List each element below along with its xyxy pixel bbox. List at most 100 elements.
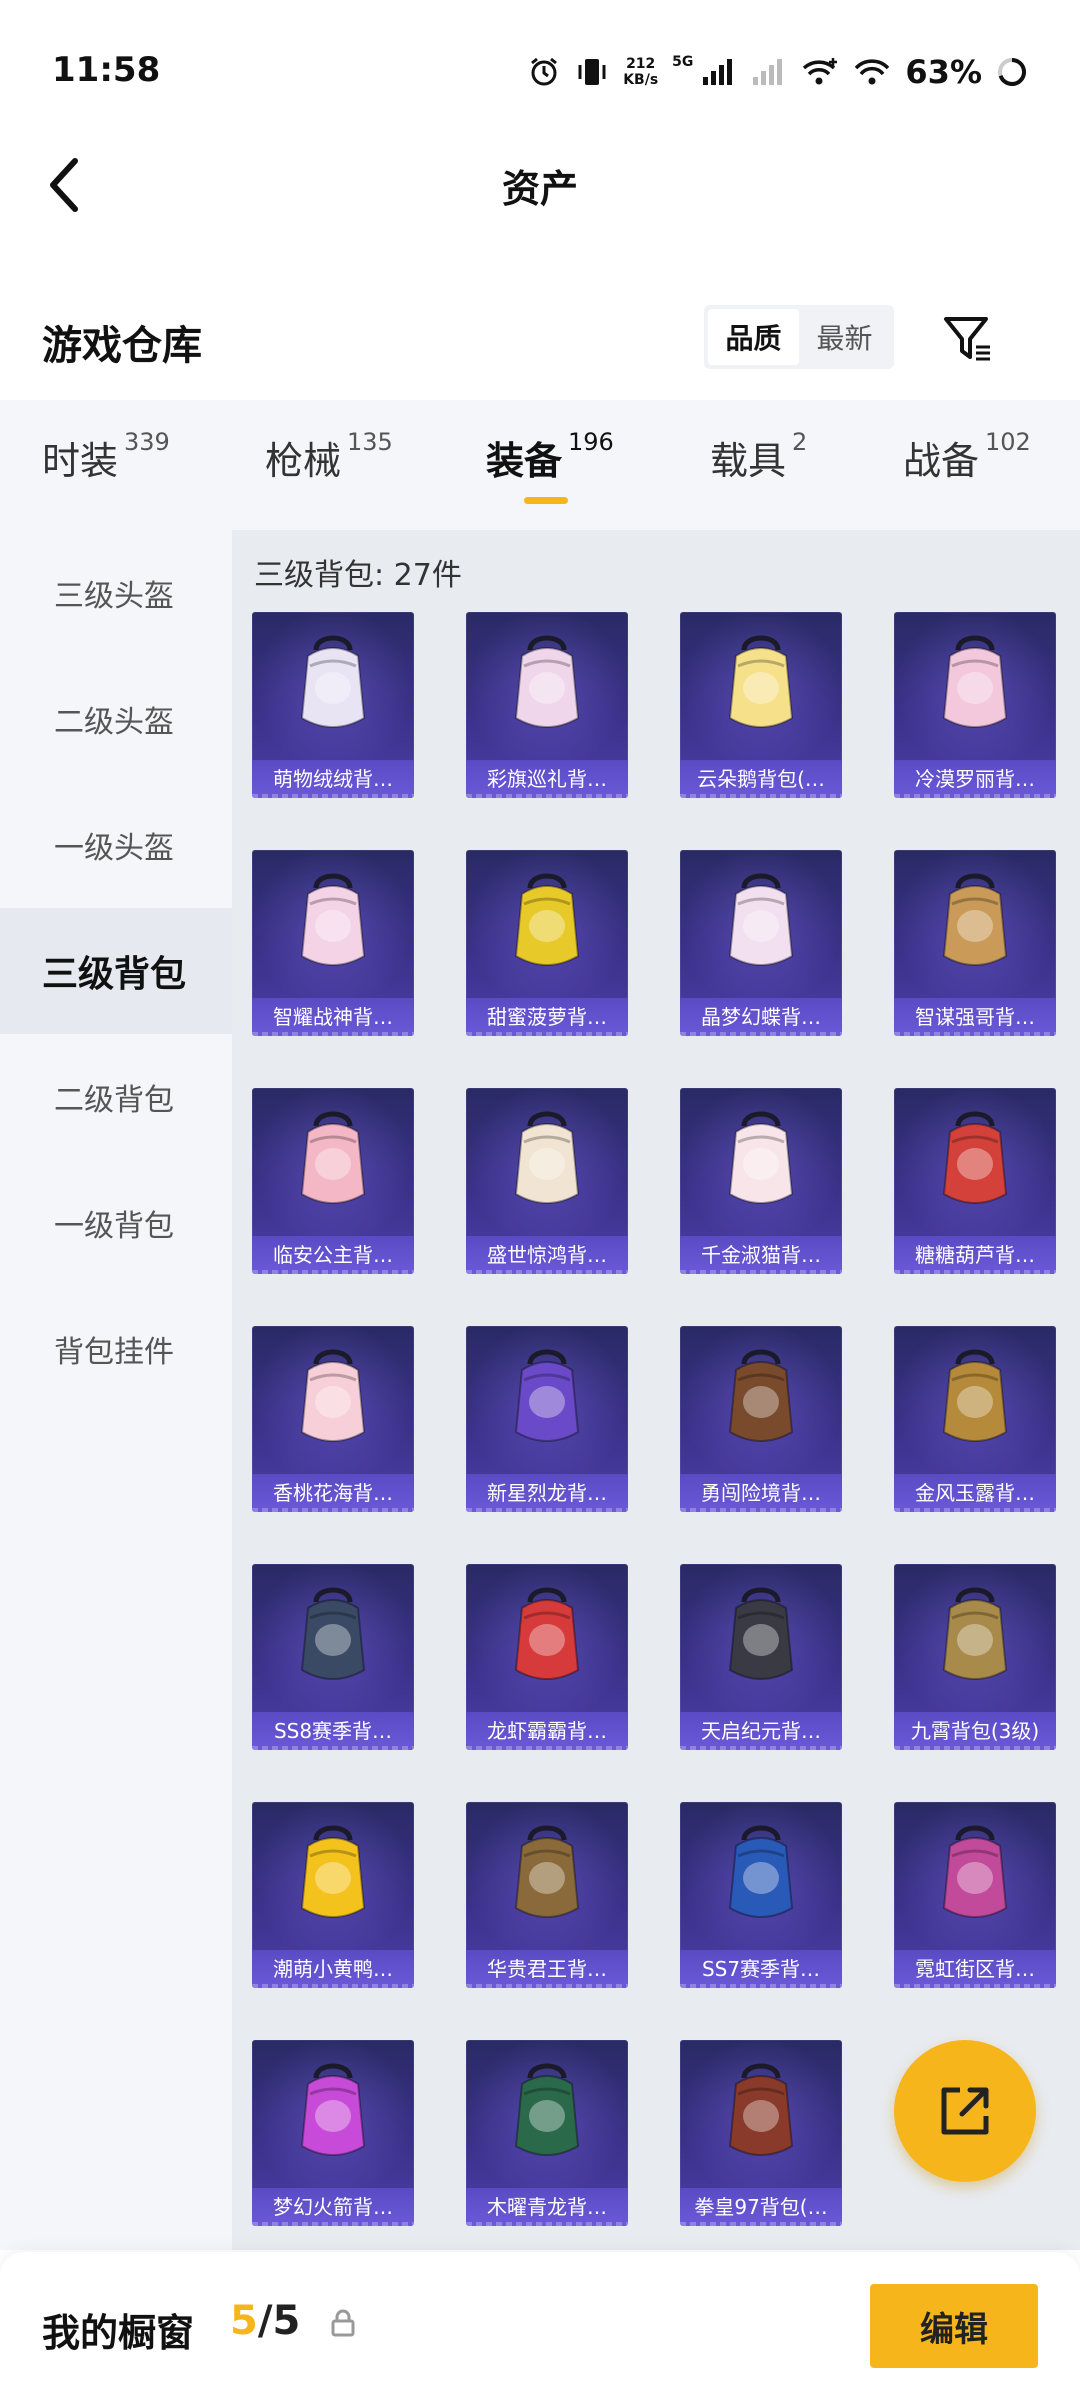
backpack-icon [300, 1587, 366, 1680]
item-card[interactable]: 甜蜜菠萝背… [466, 850, 628, 1036]
item-card[interactable]: 天启纪元背… [680, 1564, 842, 1750]
item-card[interactable]: 智耀战神背… [252, 850, 414, 1036]
card-decoration [894, 1746, 1056, 1750]
item-card[interactable]: 萌物绒绒背… [252, 612, 414, 798]
card-decoration [894, 1984, 1056, 1988]
item-grid-area: 三级背包: 27件 萌物绒绒背… 彩旗巡礼背… 云朵鹅背包(… 冷漠罗丽背… 智耀战神背… [232, 530, 1080, 2250]
sidebar-item-level2-backpack[interactable]: 二级背包 [0, 1034, 232, 1160]
item-name: 晶梦幻蝶背… [680, 998, 842, 1036]
item-card[interactable]: 新星烈龙背… [466, 1326, 628, 1512]
item-card[interactable]: 拳皇97背包(… [680, 2040, 842, 2226]
card-decoration [466, 1746, 628, 1750]
item-card[interactable]: 临安公主背… [252, 1088, 414, 1274]
bottom-bar: 我的橱窗 5/5 编辑 [0, 2252, 1080, 2400]
item-card[interactable]: 勇闯险境背… [680, 1326, 842, 1512]
card-decoration [466, 794, 628, 798]
card-decoration [466, 1984, 628, 1988]
tab-equipment[interactable]: 装备 196 [486, 428, 614, 510]
item-card[interactable]: SS7赛季背… [680, 1802, 842, 1988]
showcase-label: 我的橱窗 [42, 2311, 195, 2355]
item-card[interactable]: SS8赛季背… [252, 1564, 414, 1750]
item-card[interactable]: 梦幻火箭背… [252, 2040, 414, 2226]
item-card[interactable]: 千金淑猫背… [680, 1088, 842, 1274]
sidebar: 三级头盔 二级头盔 一级头盔 三级背包 二级背包 一级背包 背包挂件 [0, 530, 232, 2250]
backpack-icon [514, 2063, 580, 2156]
item-name: 潮萌小黄鸭… [252, 1950, 414, 1988]
showcase-total: /5 [257, 2298, 301, 2344]
network-speed-unit: KB/s [623, 72, 659, 88]
tab-vehicles[interactable]: 载具 2 [710, 428, 808, 510]
status-icons: 212 KB/s 5G 63% [527, 44, 1028, 100]
card-decoration [252, 1032, 414, 1036]
backpack-icon [300, 1111, 366, 1204]
card-decoration [680, 1508, 842, 1512]
tab-firearms[interactable]: 枪械 135 [265, 428, 393, 510]
item-card[interactable]: 霓虹街区背… [894, 1802, 1056, 1988]
showcase-current: 5 [230, 2298, 258, 2344]
edit-button[interactable]: 编辑 [870, 2284, 1038, 2368]
item-name: 木曜青龙背… [466, 2188, 628, 2226]
item-name: 千金淑猫背… [680, 1236, 842, 1274]
item-name: 九霄背包(3级) [894, 1712, 1056, 1750]
item-name: 盛世惊鸿背… [466, 1236, 628, 1274]
card-decoration [680, 1032, 842, 1036]
sidebar-item-level2-helmet[interactable]: 二级头盔 [0, 656, 232, 782]
backpack-icon [300, 1825, 366, 1918]
backpack-icon [942, 1825, 1008, 1918]
backpack-icon [514, 1111, 580, 1204]
sort-toggle: 品质 最新 [704, 305, 894, 369]
sidebar-item-level1-helmet[interactable]: 一级头盔 [0, 782, 232, 908]
item-card[interactable]: 彩旗巡礼背… [466, 612, 628, 798]
item-card[interactable]: 云朵鹅背包(… [680, 612, 842, 798]
tab-count: 2 [792, 428, 808, 456]
backpack-icon [942, 1587, 1008, 1680]
item-name: 香桃花海背… [252, 1474, 414, 1512]
card-decoration [252, 1984, 414, 1988]
item-name: 彩旗巡礼背… [466, 760, 628, 798]
card-decoration [252, 1746, 414, 1750]
share-button[interactable] [894, 2040, 1036, 2182]
status-bar: 11:58 212 KB/s 5G 63% [0, 0, 1080, 140]
sidebar-item-level3-backpack[interactable]: 三级背包 [0, 908, 232, 1034]
signal-icon [701, 57, 737, 87]
page-title: 资产 [501, 167, 578, 211]
card-decoration [680, 2222, 842, 2226]
filter-button[interactable] [938, 309, 998, 369]
card-decoration [894, 1032, 1056, 1036]
item-card[interactable]: 华贵君王背… [466, 1802, 628, 1988]
backpack-icon [728, 1111, 794, 1204]
item-card[interactable]: 冷漠罗丽背… [894, 612, 1056, 798]
alarm-icon [527, 55, 561, 89]
item-card[interactable]: 智谋强哥背… [894, 850, 1056, 1036]
sort-quality-option[interactable]: 品质 [708, 309, 799, 365]
item-card[interactable]: 香桃花海背… [252, 1326, 414, 1512]
vibrate-icon [575, 55, 609, 89]
tab-fashion[interactable]: 时装 339 [42, 428, 170, 510]
item-card[interactable]: 晶梦幻蝶背… [680, 850, 842, 1036]
item-name: 临安公主背… [252, 1236, 414, 1274]
item-name: 天启纪元背… [680, 1712, 842, 1750]
backpack-icon [514, 1825, 580, 1918]
tab-label: 战备 [903, 439, 980, 483]
item-card[interactable]: 盛世惊鸿背… [466, 1088, 628, 1274]
item-card[interactable]: 潮萌小黄鸭… [252, 1802, 414, 1988]
item-name: 龙虾霸霸背… [466, 1712, 628, 1750]
sidebar-item-level3-helmet[interactable]: 三级头盔 [0, 530, 232, 656]
sidebar-item-backpack-charms[interactable]: 背包挂件 [0, 1286, 232, 1412]
tab-combat-gear[interactable]: 战备 102 [903, 428, 1031, 510]
sort-newest-option[interactable]: 最新 [799, 309, 890, 365]
item-card[interactable]: 木曜青龙背… [466, 2040, 628, 2226]
tab-label: 时装 [42, 439, 119, 483]
card-decoration [680, 1270, 842, 1274]
battery-ring-icon [996, 56, 1028, 88]
item-card[interactable]: 金风玉露背… [894, 1326, 1056, 1512]
backpack-icon [728, 1825, 794, 1918]
filter-icon [944, 317, 990, 361]
item-name: 糖糖葫芦背… [894, 1236, 1056, 1274]
sidebar-item-level1-backpack[interactable]: 一级背包 [0, 1160, 232, 1286]
backpack-icon [728, 2063, 794, 2156]
category-tabs: 时装 339 枪械 135 装备 196 载具 2 战备 102 [0, 400, 1080, 530]
item-card[interactable]: 糖糖葫芦背… [894, 1088, 1056, 1274]
item-card[interactable]: 九霄背包(3级) [894, 1564, 1056, 1750]
item-card[interactable]: 龙虾霸霸背… [466, 1564, 628, 1750]
